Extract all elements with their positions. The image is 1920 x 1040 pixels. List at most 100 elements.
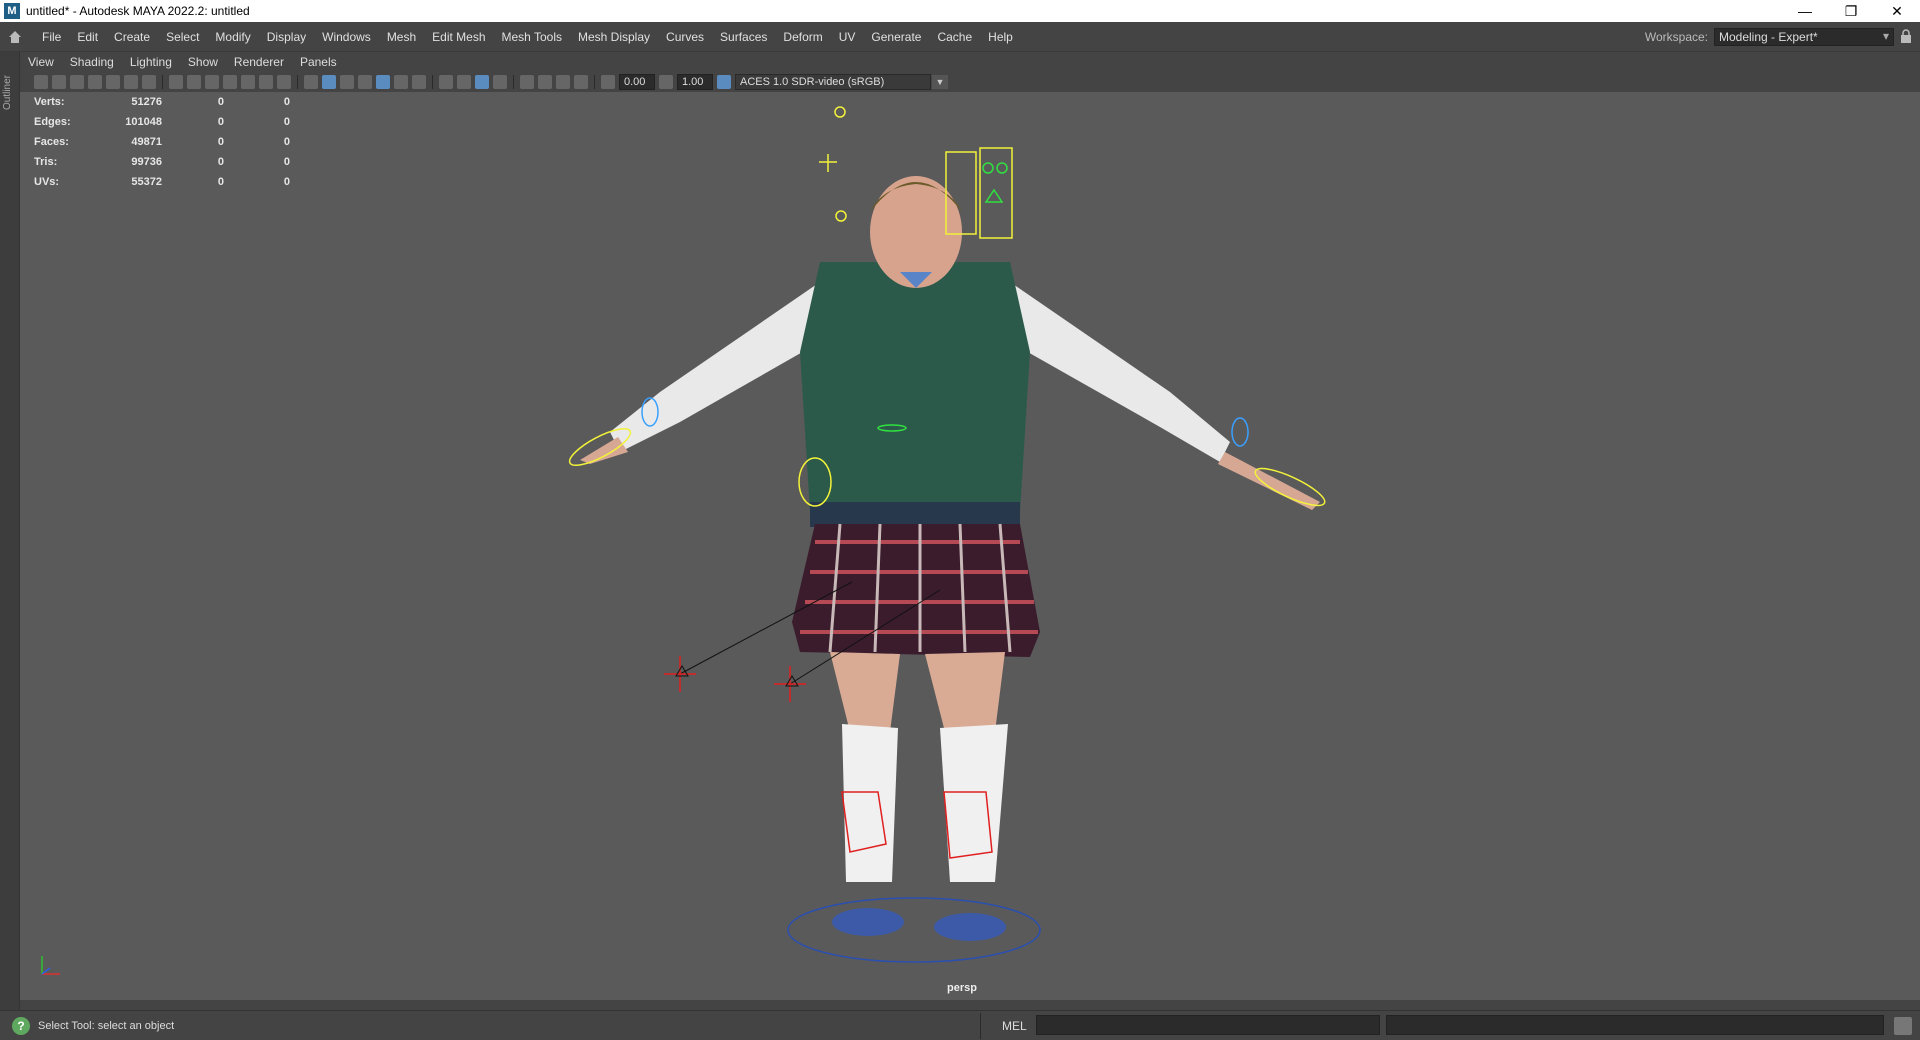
image-plane-icon[interactable] bbox=[88, 75, 102, 89]
left-sock bbox=[842, 724, 898, 882]
toolbar-divider bbox=[297, 75, 298, 89]
panel-menu-lighting[interactable]: Lighting bbox=[122, 55, 180, 69]
hud-value: 0 bbox=[217, 156, 224, 168]
bookmark-icon[interactable] bbox=[70, 75, 84, 89]
hud-value: 0 bbox=[217, 96, 224, 108]
film-gate-icon[interactable] bbox=[187, 75, 201, 89]
minimize-button[interactable]: — bbox=[1782, 0, 1828, 22]
help-question-icon: ? bbox=[12, 1016, 30, 1035]
resolution-gate-icon[interactable] bbox=[205, 75, 219, 89]
gate-mask-icon[interactable] bbox=[223, 75, 237, 89]
panel-menu-show[interactable]: Show bbox=[180, 55, 226, 69]
menu-edit[interactable]: Edit bbox=[69, 30, 106, 44]
title-bar: M untitled* - Autodesk MAYA 2022.2: unti… bbox=[0, 0, 1920, 22]
camera-attributes-icon[interactable] bbox=[52, 75, 66, 89]
hud-value: 0 bbox=[217, 136, 224, 148]
menu-modify[interactable]: Modify bbox=[207, 30, 258, 44]
lock-icon[interactable] bbox=[1900, 28, 1912, 46]
menu-mesh-display[interactable]: Mesh Display bbox=[570, 30, 658, 44]
hud-label: Edges: bbox=[34, 116, 71, 128]
xray-icon[interactable] bbox=[538, 75, 552, 89]
perspective-viewport[interactable]: Verts: 51276 0 0 Edges: 101048 0 0 Faces… bbox=[20, 92, 1920, 1000]
workspace-value: Modeling - Expert* bbox=[1719, 30, 1818, 44]
poly-count-hud: Verts: 51276 0 0 Edges: 101048 0 0 Faces… bbox=[34, 92, 290, 192]
safe-title-icon[interactable] bbox=[277, 75, 291, 89]
xray-joints-icon[interactable] bbox=[574, 75, 588, 89]
view-transform-select[interactable]: ACES 1.0 SDR-video (sRGB) ▼ bbox=[735, 74, 948, 90]
menu-cache[interactable]: Cache bbox=[929, 30, 980, 44]
window-controls: — ❐ ✕ bbox=[1782, 0, 1920, 22]
restore-button[interactable]: ❐ bbox=[1828, 0, 1874, 22]
script-editor-icon[interactable] bbox=[1894, 1017, 1912, 1035]
wireframe-on-shaded-icon[interactable] bbox=[358, 75, 372, 89]
hud-label: UVs: bbox=[34, 176, 60, 188]
smooth-shade-icon[interactable] bbox=[322, 75, 336, 89]
chevron-down-icon[interactable]: ▼ bbox=[932, 75, 948, 89]
menu-help[interactable]: Help bbox=[980, 30, 1021, 44]
help-line: ? Select Tool: select an object MEL bbox=[0, 1010, 1920, 1040]
menu-generate[interactable]: Generate bbox=[863, 30, 929, 44]
motion-blur-icon[interactable] bbox=[457, 75, 471, 89]
command-language-toggle[interactable]: MEL bbox=[1002, 1019, 1027, 1033]
safe-action-icon[interactable] bbox=[259, 75, 273, 89]
pencil-icon[interactable] bbox=[142, 75, 156, 89]
hud-value: 0 bbox=[283, 176, 290, 188]
right-thigh bbox=[925, 652, 1005, 732]
hud-value: 51276 bbox=[131, 96, 162, 108]
exposure-field[interactable]: 0.00 bbox=[619, 74, 655, 90]
menu-curves[interactable]: Curves bbox=[658, 30, 712, 44]
panel-menu-renderer[interactable]: Renderer bbox=[226, 55, 292, 69]
select-camera-icon[interactable] bbox=[34, 75, 48, 89]
face-nose-control bbox=[984, 188, 1004, 203]
panel-menu-shading[interactable]: Shading bbox=[62, 55, 122, 69]
exposure-icon[interactable] bbox=[601, 75, 615, 89]
depth-of-field-icon[interactable] bbox=[493, 75, 507, 89]
menu-uv[interactable]: UV bbox=[831, 30, 864, 44]
panel-menu-panels[interactable]: Panels bbox=[292, 55, 345, 69]
color-management-icon[interactable] bbox=[717, 75, 731, 89]
shadows-icon[interactable] bbox=[412, 75, 426, 89]
hud-value: 55372 bbox=[131, 176, 162, 188]
default-material-icon[interactable] bbox=[340, 75, 354, 89]
grid-icon[interactable] bbox=[169, 75, 183, 89]
view-transform-value: ACES 1.0 SDR-video (sRGB) bbox=[740, 76, 885, 88]
close-button[interactable]: ✕ bbox=[1874, 0, 1920, 22]
outliner-strip[interactable]: Outliner bbox=[0, 52, 20, 1010]
hud-value: 0 bbox=[217, 116, 224, 128]
gamma-field[interactable]: 1.00 bbox=[677, 74, 713, 90]
menu-surfaces[interactable]: Surfaces bbox=[712, 30, 775, 44]
hud-value: 99736 bbox=[131, 156, 162, 168]
panel-menu-view[interactable]: View bbox=[20, 55, 62, 69]
menu-file[interactable]: File bbox=[34, 30, 69, 44]
workspace-select[interactable]: Modeling - Expert* ▾ bbox=[1714, 28, 1894, 46]
toolbar-divider bbox=[594, 75, 595, 89]
lights-icon[interactable] bbox=[394, 75, 408, 89]
gamma-icon[interactable] bbox=[659, 75, 673, 89]
multisample-aa-icon[interactable] bbox=[475, 75, 489, 89]
menu-deform[interactable]: Deform bbox=[775, 30, 830, 44]
home-icon[interactable] bbox=[2, 24, 28, 50]
menu-mesh[interactable]: Mesh bbox=[379, 30, 424, 44]
window-title: untitled* - Autodesk MAYA 2022.2: untitl… bbox=[26, 4, 250, 18]
menu-mesh-tools[interactable]: Mesh Tools bbox=[494, 30, 570, 44]
view-axis-icon bbox=[36, 950, 66, 983]
help-line-text: Select Tool: select an object bbox=[38, 1019, 175, 1032]
hud-value: 0 bbox=[283, 156, 290, 168]
xray-active-icon[interactable] bbox=[556, 75, 570, 89]
head-aim-control bbox=[819, 154, 837, 172]
menu-create[interactable]: Create bbox=[106, 30, 158, 44]
two-d-pan-icon[interactable] bbox=[124, 75, 138, 89]
isolate-select-icon[interactable] bbox=[520, 75, 534, 89]
mel-command-input[interactable] bbox=[1036, 1015, 1380, 1035]
ambient-occlusion-icon[interactable] bbox=[439, 75, 453, 89]
menu-select[interactable]: Select bbox=[158, 30, 207, 44]
menu-edit-mesh[interactable]: Edit Mesh bbox=[424, 30, 493, 44]
hud-row-edges: Edges: 101048 0 0 bbox=[34, 112, 290, 132]
wireframe-icon[interactable] bbox=[304, 75, 318, 89]
field-chart-icon[interactable] bbox=[241, 75, 255, 89]
textured-icon[interactable] bbox=[376, 75, 390, 89]
grease-pencil-icon[interactable] bbox=[106, 75, 120, 89]
maya-app-icon: M bbox=[4, 3, 20, 19]
menu-display[interactable]: Display bbox=[259, 30, 314, 44]
menu-windows[interactable]: Windows bbox=[314, 30, 379, 44]
